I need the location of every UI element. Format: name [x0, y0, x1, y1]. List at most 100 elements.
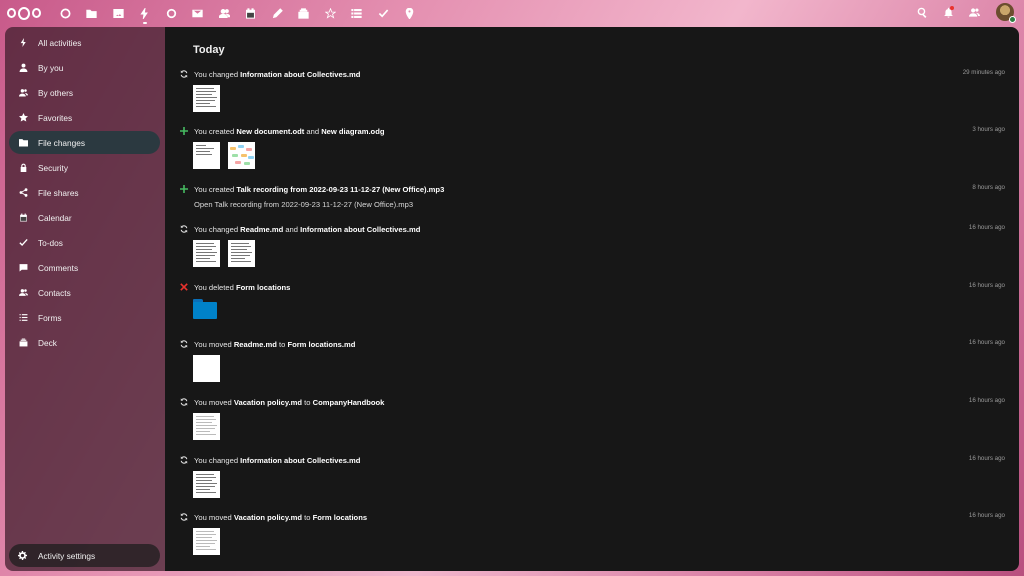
- sidebar-item-deck[interactable]: Deck: [9, 331, 160, 354]
- calendar-icon[interactable]: [238, 4, 265, 22]
- contacts-menu-icon[interactable]: [966, 3, 982, 21]
- contacts-icon: [18, 288, 28, 298]
- top-bar: [0, 0, 1024, 26]
- activity-subject: You moved Readme.md to Form locations.md: [194, 339, 356, 349]
- sidebar-item-security[interactable]: Security: [9, 156, 160, 179]
- activity-subject: You moved Vacation policy.md to CompanyH…: [194, 397, 385, 407]
- sidebar-item-label: By you: [38, 62, 64, 73]
- file-link[interactable]: Vacation policy.md: [234, 513, 302, 522]
- file-link[interactable]: Form locations: [313, 513, 367, 522]
- document-preview[interactable]: [193, 142, 220, 169]
- sidebar-item-to-dos[interactable]: To-dos: [9, 231, 160, 254]
- refresh-icon: [179, 69, 189, 79]
- star-icon: [18, 113, 28, 123]
- sidebar-item-favorites[interactable]: Favorites: [9, 106, 160, 129]
- dashboard-icon[interactable]: [52, 4, 79, 22]
- file-previews: [193, 142, 1005, 169]
- sidebar-item-forms[interactable]: Forms: [9, 306, 160, 329]
- sidebar-item-all-activities[interactable]: All activities: [9, 31, 160, 54]
- talk-icon[interactable]: [158, 4, 185, 22]
- sidebar-item-label: All activities: [38, 37, 82, 48]
- document-preview[interactable]: [193, 355, 220, 382]
- comment-icon: [18, 263, 28, 273]
- plus-icon: [179, 126, 189, 136]
- online-status-icon: [1009, 16, 1016, 23]
- document-preview[interactable]: [193, 413, 220, 440]
- sidebar-item-file-shares[interactable]: File shares: [9, 181, 160, 204]
- file-link[interactable]: Readme.md: [234, 340, 277, 349]
- activity-timestamp: 16 hours ago: [968, 512, 1005, 519]
- sidebar-item-label: Contacts: [38, 287, 71, 298]
- sidebar-item-file-changes[interactable]: File changes: [9, 131, 160, 154]
- activity-settings-label: Activity settings: [38, 550, 96, 561]
- contacts-icon[interactable]: [211, 4, 238, 22]
- activity-item: You deleted Form locations 16 hours ago: [179, 281, 1005, 319]
- sidebar-item-label: Favorites: [38, 112, 73, 123]
- calendar-icon: [18, 213, 28, 223]
- activity-subject: You changed Information about Collective…: [194, 69, 361, 79]
- sidebar-item-by-you[interactable]: By you: [9, 56, 160, 79]
- collectives-icon[interactable]: [317, 4, 344, 22]
- list-icon: [18, 313, 28, 323]
- file-previews: [193, 85, 1005, 112]
- activity-item: You moved Vacation policy.md to Form loc…: [179, 511, 1005, 555]
- file-link[interactable]: New document.odt: [236, 127, 304, 136]
- sidebar-item-label: File changes: [38, 137, 86, 148]
- sidebar-item-label: Forms: [38, 312, 62, 323]
- activity-settings-button[interactable]: Activity settings: [9, 544, 160, 567]
- sidebar-item-by-others[interactable]: By others: [9, 81, 160, 104]
- notification-dot: [950, 6, 954, 10]
- sidebar-item-calendar[interactable]: Calendar: [9, 206, 160, 229]
- forms-icon[interactable]: [344, 4, 371, 22]
- close-icon: [179, 282, 189, 292]
- file-link[interactable]: New diagram.odg: [321, 127, 384, 136]
- people-icon: [18, 88, 28, 98]
- sidebar-item-contacts[interactable]: Contacts: [9, 281, 160, 304]
- lock-icon: [18, 163, 28, 173]
- document-preview[interactable]: [228, 240, 255, 267]
- file-previews: [193, 528, 1005, 555]
- activity-subject: You moved Vacation policy.md to Form loc…: [194, 512, 368, 522]
- document-preview[interactable]: [193, 528, 220, 555]
- activity-subject: You created New document.odt and New dia…: [194, 126, 385, 136]
- photos-icon[interactable]: [105, 4, 132, 22]
- mail-icon[interactable]: [185, 4, 212, 22]
- file-previews: [193, 355, 1005, 382]
- deck-icon[interactable]: [291, 4, 318, 22]
- notifications-icon[interactable]: [940, 3, 956, 21]
- folder-icon: [18, 138, 28, 148]
- nextcloud-logo[interactable]: [7, 6, 41, 20]
- document-preview[interactable]: [193, 471, 220, 498]
- file-link[interactable]: Form locations: [236, 283, 290, 292]
- file-link[interactable]: Vacation policy.md: [234, 398, 302, 407]
- diagram-preview[interactable]: [228, 142, 255, 169]
- document-preview[interactable]: [193, 240, 220, 267]
- gear-icon: [18, 551, 28, 561]
- user-avatar[interactable]: [996, 3, 1016, 23]
- activity-timestamp: 16 hours ago: [968, 282, 1005, 289]
- file-link[interactable]: Information about Collectives.md: [240, 456, 360, 465]
- file-link[interactable]: Form locations.md: [287, 340, 355, 349]
- activity-message[interactable]: Open Talk recording from 2022-09-23 11-1…: [194, 200, 1005, 209]
- refresh-icon: [179, 339, 189, 349]
- search-icon[interactable]: [914, 3, 930, 21]
- share-icon: [18, 188, 28, 198]
- sidebar-item-label: Deck: [38, 337, 57, 348]
- files-icon[interactable]: [79, 4, 106, 22]
- file-link[interactable]: Information about Collectives.md: [300, 225, 420, 234]
- file-link[interactable]: Information about Collectives.md: [240, 70, 360, 79]
- activity-item: You changed Information about Collective…: [179, 454, 1005, 498]
- tasks-icon[interactable]: [370, 4, 397, 22]
- sidebar-item-comments[interactable]: Comments: [9, 256, 160, 279]
- deck-icon: [18, 338, 28, 348]
- file-link[interactable]: CompanyHandbook: [313, 398, 385, 407]
- file-link[interactable]: Talk recording from 2022-09-23 11-12-27 …: [236, 185, 444, 194]
- folder-icon[interactable]: [193, 299, 217, 319]
- document-preview[interactable]: [193, 85, 220, 112]
- maps-icon[interactable]: [397, 4, 424, 22]
- file-previews: [193, 240, 1005, 267]
- notes-icon[interactable]: [264, 4, 291, 22]
- file-link[interactable]: Readme.md: [240, 225, 283, 234]
- activity-icon[interactable]: [132, 4, 159, 24]
- check-icon: [18, 238, 28, 248]
